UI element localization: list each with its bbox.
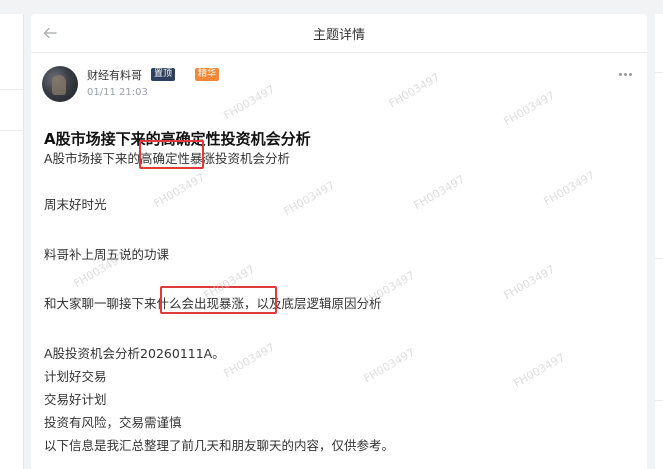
featured-badge: 精华 [195,68,220,81]
more-options-icon[interactable] [619,73,633,77]
post-line: 以下信息是我汇总整理了前几天和朋友聊天的内容，仅供参考。 [44,438,395,453]
divider [655,258,663,259]
right-panel [655,14,663,469]
highlight-box [139,140,204,169]
watermark: FH003497 [361,345,418,386]
post-line: 周末好时光 [44,197,107,212]
pinned-badge: 置顶 [151,68,176,81]
author-row: 财经有料哥 置顶 精华 01/11 21:03 [42,66,647,102]
avatar[interactable] [42,66,78,102]
arrow-left-icon[interactable] [41,24,59,42]
watermark: FH003497 [541,168,598,209]
post-line: 投资有风险，交易需谨慎 [44,415,182,430]
divider [0,130,23,131]
topic-detail-card: 主题详情 财经有料哥 置顶 精华 01/11 21:03 A股市场接下来的高确定… [31,14,647,469]
watermark: FH003497 [511,350,568,391]
divider [655,72,663,73]
watermark: FH003497 [411,172,468,213]
watermark: FH003497 [281,178,338,219]
left-panel [0,14,24,469]
watermark: FH003497 [501,262,558,303]
post-time: 01/11 21:03 [87,87,148,98]
divider [0,89,23,90]
author-name[interactable]: 财经有料哥 [87,67,142,83]
watermark: FH003497 [151,170,208,211]
post-line: A股投资机会分析20260111A。 [44,346,225,361]
post-line: 料哥补上周五说的功课 [44,247,170,262]
header-bar: 主题详情 [31,14,647,53]
highlight-box [160,286,277,314]
post-line: 交易好计划 [44,392,107,407]
watermark: FH003497 [221,340,278,381]
divider [655,400,663,401]
page-title: 主题详情 [312,27,365,43]
post-line: 计划好交易 [44,369,107,384]
